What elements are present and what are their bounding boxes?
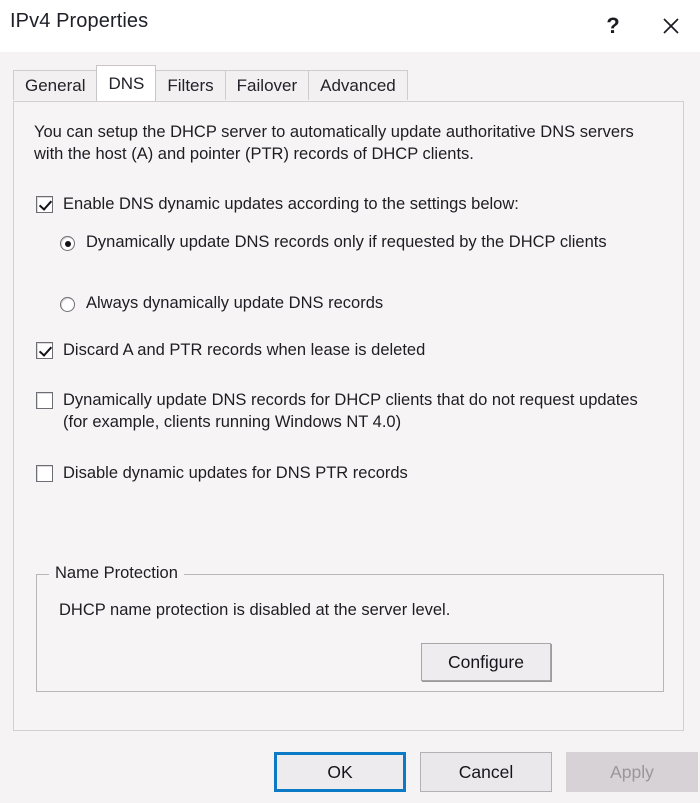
radio-button-icon: [60, 236, 75, 251]
intro-text: You can setup the DHCP server to automat…: [34, 123, 634, 164]
enable-dns-dynamic-updates-label: Enable DNS dynamic updates according to …: [63, 195, 519, 213]
update-non-requesting-clients-checkbox[interactable]: Dynamically update DNS records for DHCP …: [36, 390, 664, 434]
name-protection-group: Name Protection DHCP name protection is …: [36, 564, 664, 692]
checkbox-box-icon: [36, 196, 53, 213]
name-protection-status-text: DHCP name protection is disabled at the …: [59, 601, 451, 619]
discard-a-ptr-records-checkbox[interactable]: Discard A and PTR records when lease is …: [36, 340, 656, 362]
ipv4-properties-dialog: IPv4 Properties ? General DNS Filters Fa…: [0, 0, 700, 803]
discard-a-ptr-records-label: Discard A and PTR records when lease is …: [63, 341, 426, 359]
title-bar-buttons: ?: [584, 0, 700, 52]
tab-general[interactable]: General: [13, 70, 98, 100]
window-title: IPv4 Properties: [10, 10, 149, 32]
disable-ptr-updates-label: Disable dynamic updates for DNS PTR reco…: [63, 464, 408, 482]
radio-update-if-requested[interactable]: Dynamically update DNS records only if r…: [60, 232, 640, 254]
radio-always-update-label: Always dynamically update DNS records: [86, 294, 384, 312]
checkbox-box-icon: [36, 465, 53, 482]
radio-always-update[interactable]: Always dynamically update DNS records: [60, 293, 640, 315]
ok-button[interactable]: OK: [274, 752, 406, 792]
tab-failover[interactable]: Failover: [224, 70, 310, 100]
tab-advanced[interactable]: Advanced: [308, 70, 408, 100]
checkbox-box-icon: [36, 392, 53, 409]
tab-dns[interactable]: DNS: [96, 65, 157, 101]
dns-tab-panel: You can setup the DHCP server to automat…: [13, 101, 684, 731]
radio-button-icon: [60, 297, 75, 312]
configure-button[interactable]: Configure: [421, 643, 551, 681]
radio-update-if-requested-label: Dynamically update DNS records only if r…: [86, 233, 607, 251]
enable-dns-dynamic-updates-checkbox[interactable]: Enable DNS dynamic updates according to …: [36, 194, 656, 216]
update-non-requesting-clients-label: Dynamically update DNS records for DHCP …: [63, 391, 638, 431]
checkbox-box-icon: [36, 342, 53, 359]
tab-filters[interactable]: Filters: [155, 70, 226, 100]
tab-strip: General DNS Filters Failover Advanced: [13, 65, 408, 101]
apply-button: Apply: [566, 752, 698, 792]
name-protection-title: Name Protection: [49, 564, 184, 583]
disable-ptr-updates-checkbox[interactable]: Disable dynamic updates for DNS PTR reco…: [36, 463, 656, 485]
cancel-button[interactable]: Cancel: [420, 752, 552, 792]
close-icon[interactable]: [642, 3, 700, 49]
dialog-button-bar: OK Cancel Apply: [0, 740, 700, 800]
help-icon[interactable]: ?: [584, 3, 642, 49]
title-bar: IPv4 Properties ?: [0, 0, 700, 52]
